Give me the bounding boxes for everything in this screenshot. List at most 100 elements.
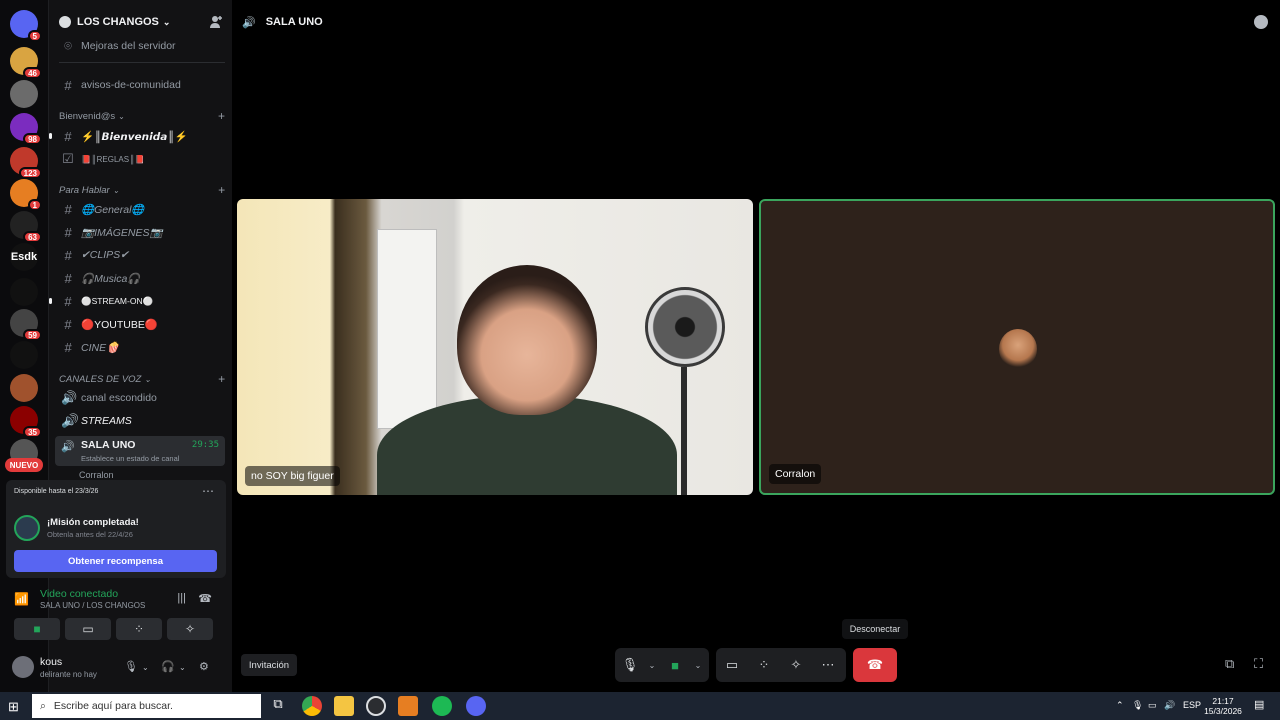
channel-label: ⚡║𝘽𝙞𝙚𝙣𝙫𝙚𝙣𝙞𝙙𝙖║⚡ [81, 130, 188, 143]
server-icon[interactable]: 98 [10, 113, 42, 145]
microphone-icon[interactable]: 🎙 [1132, 700, 1143, 711]
location-pin-icon: ⌾ [64, 38, 72, 53]
chevron-down-icon[interactable]: ⌄ [179, 663, 186, 672]
add-channel-icon[interactable]: + [218, 109, 225, 123]
server-icon[interactable] [10, 341, 38, 369]
server-icon[interactable]: 59 [10, 309, 42, 341]
call-header: 🔊 SALA UNO [232, 8, 1280, 36]
video-feed [457, 265, 597, 415]
activities-button[interactable]: ⁘ [748, 648, 780, 682]
app-icon[interactable] [398, 696, 418, 716]
hash-icon: # [64, 128, 72, 144]
video-tile-local[interactable]: no SOY big figuer [237, 199, 753, 495]
server-icon[interactable] [10, 278, 38, 306]
discord-icon[interactable] [466, 696, 486, 716]
set-channel-status-link[interactable]: Establece un estado de canal [81, 454, 179, 463]
signal-icon[interactable]: 📶 [14, 592, 29, 606]
username[interactable]: kous [40, 656, 62, 668]
media-controls: 🎙 ⌄ ■ ⌄ [615, 648, 709, 682]
disconnect-button[interactable]: ☎ [853, 648, 897, 682]
server-icon[interactable]: 63 [10, 211, 42, 243]
server-icon[interactable]: 46 [10, 47, 42, 79]
category-bienvenidos[interactable]: Bienvenid@s ⌄ + [59, 109, 225, 123]
clock[interactable]: 21:17 15/3/2026 [1200, 696, 1246, 716]
server-icon[interactable]: 35 [10, 406, 42, 438]
notifications-icon[interactable]: ▤ [1254, 698, 1264, 711]
chevron-down-icon[interactable]: ⌄ [645, 648, 659, 682]
chevron-down-icon[interactable]: ⌄ [691, 648, 705, 682]
add-channel-icon[interactable]: + [218, 183, 225, 197]
more-options-button[interactable]: ⋯ [812, 648, 844, 682]
voice-location[interactable]: SALA UNO / LOS CHANGOS [40, 601, 145, 610]
voice-status[interactable]: Video conectado [40, 588, 118, 600]
activities-button[interactable]: ⁘ [116, 618, 162, 640]
channel-label: avisos-de-comunidad [81, 79, 181, 91]
headphones-icon[interactable]: 🎧 [161, 660, 175, 673]
channel-bienvenida[interactable]: # ⚡║𝘽𝙞𝙚𝙣𝙫𝙚𝙣𝙞𝙙𝙖║⚡ [49, 126, 225, 146]
avatar[interactable] [12, 656, 34, 678]
spotify-icon[interactable] [432, 696, 452, 716]
camera-button[interactable]: ■ [14, 618, 60, 640]
discord-home-icon[interactable]: 5 [10, 10, 42, 42]
fullscreen-icon[interactable]: ⛶ [1254, 656, 1270, 672]
network-icon[interactable]: ▭ [1148, 700, 1157, 711]
app-icon[interactable] [366, 696, 386, 716]
server-icon[interactable]: 123 [10, 147, 42, 179]
divider [59, 62, 225, 63]
add-member-icon[interactable] [209, 15, 223, 29]
channel-imagenes[interactable]: # 📷IMÁGENES📷 [55, 222, 225, 242]
screen-share-button[interactable]: ▭ [716, 648, 748, 682]
discord-window: 5 46 98 123 1 63 Esdk 59 35 NUEVO LOS CHANGOS ⌄ ⌾… [0, 0, 1280, 692]
hash-icon: # [64, 316, 72, 332]
channel-cine[interactable]: # CINE🍿 [55, 337, 225, 357]
soundboard-button[interactable]: ✧ [780, 648, 812, 682]
voice-channel-sala-uno[interactable]: 🔊 SALA UNO 29:35 Establece un estado de … [55, 436, 225, 466]
screen-share-button[interactable]: ▭ [65, 618, 111, 640]
task-view-icon[interactable]: ⧉ [268, 696, 288, 716]
channel-clips[interactable]: # ✔CLIPS✔ [55, 245, 225, 265]
gear-icon[interactable]: ⚙ [199, 660, 209, 673]
chrome-icon[interactable] [302, 696, 322, 716]
server-icon[interactable]: Esdk [10, 243, 38, 271]
disconnect-icon[interactable]: ☎ [198, 592, 212, 605]
more-options-icon[interactable]: ⋯ [202, 484, 214, 498]
new-badge: NUEVO [5, 458, 43, 472]
voice-channel-streams[interactable]: 🔊 STREAMS [55, 411, 225, 431]
channel-server-boost[interactable]: ⌾ Mejoras del servidor [55, 36, 225, 56]
camera-button[interactable]: ■ [659, 648, 691, 682]
claim-reward-button[interactable]: Obtener recompensa [14, 550, 217, 572]
invite-button[interactable]: Invitación [241, 654, 297, 676]
voice-participant[interactable]: Corralon [79, 470, 114, 480]
language-indicator[interactable]: ESP [1183, 700, 1201, 710]
channel-stream-on[interactable]: # ⚪STREAM-ON⚪ [49, 291, 225, 311]
category-para-hablar[interactable]: Para Hablar ⌄ + [59, 183, 225, 197]
channel-general[interactable]: # 🌐General🌐 [55, 199, 225, 219]
participant-name: no SOY big figuer [245, 466, 340, 486]
volume-icon[interactable]: 🔊 [1164, 700, 1175, 711]
chevron-up-icon[interactable]: ⌃ [1116, 700, 1124, 711]
channel-reglas[interactable]: ☑ 📕║REGLAS║📕 [55, 149, 225, 169]
folder-icon[interactable] [334, 696, 354, 716]
server-header[interactable]: LOS CHANGOS ⌄ [49, 8, 233, 36]
search-placeholder: Escribe aquí para buscar. [53, 700, 173, 712]
voice-channel-hidden[interactable]: 🔊 canal escondido [55, 388, 225, 408]
microphone-icon[interactable]: 🎙 [124, 660, 138, 673]
taskbar-search[interactable]: ⌕ Escribe aquí para buscar. [32, 694, 261, 718]
category-canales-de-voz[interactable]: CANALES DE VOZ ⌄ + [59, 372, 225, 386]
windows-start-icon[interactable]: ⊞ [8, 699, 22, 714]
noise-suppression-icon[interactable]: ||| [177, 592, 186, 604]
popout-icon[interactable]: ⧉ [1225, 656, 1241, 672]
server-icon[interactable] [10, 374, 38, 402]
add-channel-icon[interactable]: + [218, 372, 225, 386]
chevron-down-icon[interactable]: ⌄ [142, 663, 149, 672]
microphone-button[interactable]: 🎙 [615, 648, 645, 682]
server-icon[interactable]: 1 [10, 179, 42, 211]
video-tile-remote[interactable]: Corralon [759, 199, 1275, 495]
chat-icon[interactable] [1254, 15, 1268, 29]
server-icon[interactable] [10, 80, 38, 108]
disconnect-tooltip: Desconectar [842, 619, 908, 639]
channel-youtube[interactable]: # 🔴YOUTUBE🔴 [55, 314, 225, 334]
channel-avisos[interactable]: # avisos-de-comunidad [55, 75, 225, 95]
soundboard-button[interactable]: ✧ [167, 618, 213, 640]
channel-musica[interactable]: # 🎧Musica🎧 [55, 268, 225, 288]
